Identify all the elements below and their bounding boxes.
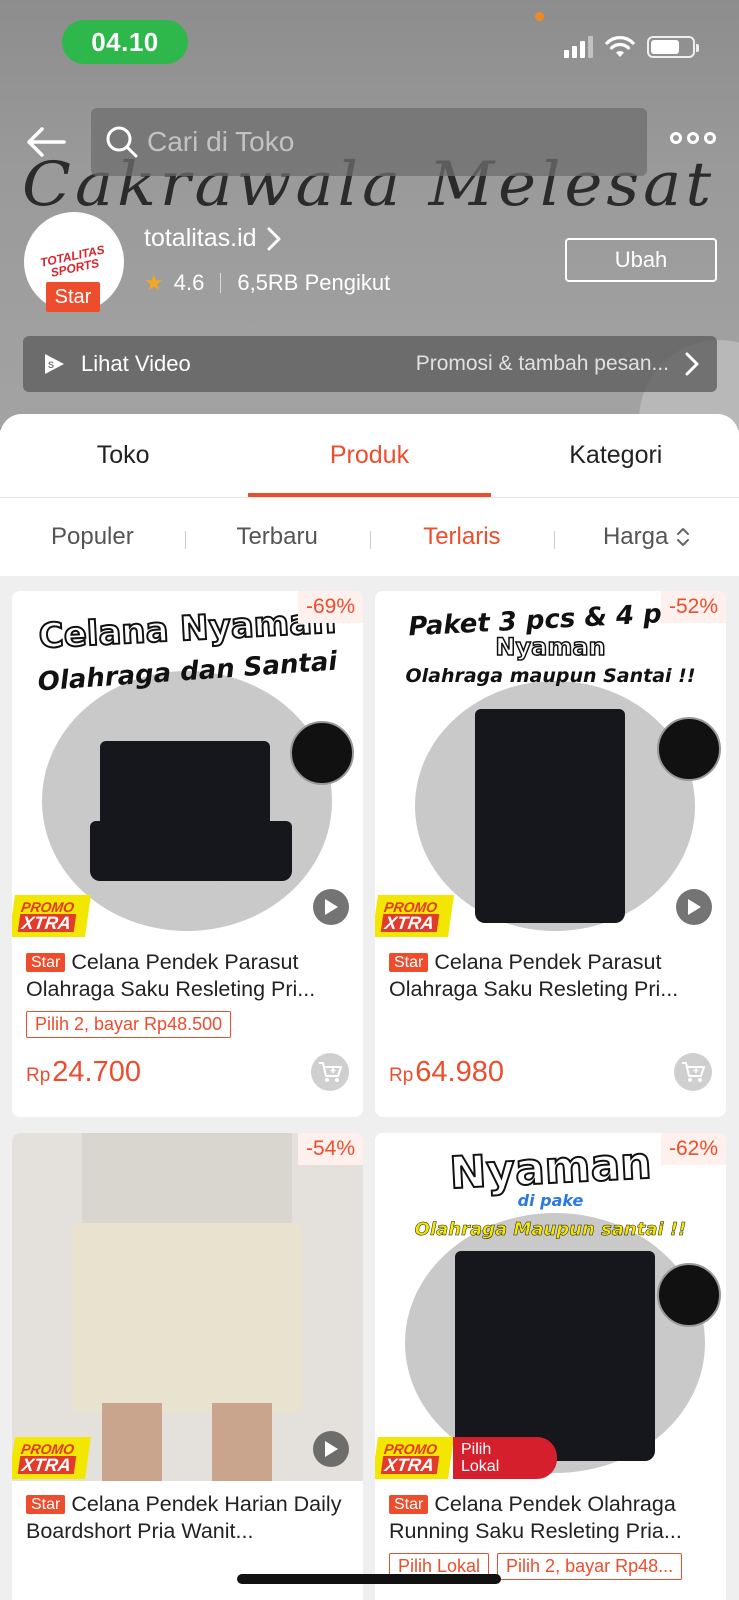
- shop-name-link[interactable]: totalitas.id: [144, 224, 281, 253]
- video-label: Lihat Video: [81, 351, 191, 376]
- tab-produk[interactable]: Produk: [246, 414, 492, 497]
- shop-followers: 6,5RB Pengikut: [237, 270, 391, 295]
- sort-bar: Populer Terbaru Terlaris Harga: [0, 498, 739, 576]
- product-image[interactable]: Paket 3 pcs & 4 pcs Nyaman Olahraga maup…: [375, 591, 726, 939]
- promo-xtra-badge: PROMO XTRA: [375, 1437, 454, 1479]
- product-image[interactable]: Nyaman di pake Olahraga Maupun santai !!…: [375, 1133, 726, 1481]
- play-icon[interactable]: [676, 889, 712, 925]
- product-price: Rp24.700: [26, 1055, 141, 1088]
- product-card[interactable]: Nyaman di pake Olahraga Maupun santai !!…: [375, 1133, 726, 1600]
- status-icons: [564, 36, 699, 58]
- product-image[interactable]: Celana Nyaman Olahraga dan Santai -69% P…: [12, 591, 363, 939]
- sort-populer[interactable]: Populer: [0, 523, 185, 551]
- chevron-right-icon: [267, 227, 281, 250]
- sort-terbaru[interactable]: Terbaru: [184, 523, 370, 551]
- chevron-right-icon: [685, 352, 699, 376]
- discount-badge: -54%: [297, 1133, 363, 1165]
- product-title: Star Celana Pendek Parasut Olahraga Saku …: [26, 950, 316, 1001]
- product-card[interactable]: Paket 3 pcs & 4 pcs Nyaman Olahraga maup…: [375, 591, 726, 1117]
- star-badge: Star: [26, 953, 66, 972]
- back-arrow-icon[interactable]: [22, 118, 70, 166]
- add-to-cart-icon[interactable]: [674, 1053, 712, 1091]
- sort-harga-label: Harga: [602, 523, 669, 550]
- status-time: 04.10: [62, 20, 188, 64]
- main-content: Toko Produk Kategori Populer Terbaru Ter…: [0, 414, 739, 1600]
- add-to-cart-icon[interactable]: [311, 1053, 349, 1091]
- image-tagline: Olahraga maupun Santai !!: [405, 665, 696, 687]
- product-price: Rp64.980: [389, 1055, 504, 1088]
- divider: [220, 273, 222, 293]
- play-icon[interactable]: [313, 1431, 349, 1467]
- star-badge: Star: [26, 1495, 66, 1514]
- pilih-lokal-badge: Pilih Lokal: [453, 1437, 557, 1479]
- battery-icon: [647, 36, 699, 58]
- image-subcaption: di pake: [517, 1191, 584, 1210]
- discount-badge: -69%: [297, 591, 363, 623]
- search-icon: [106, 126, 138, 158]
- shop-header: 04.10 Cakrawala Melesat TOTALITAS SPORTS…: [0, 0, 739, 430]
- promo-xtra-badge: PROMO XTRA: [12, 1437, 91, 1479]
- shop-stats: ★ 4.6 6,5RB Pengikut: [144, 270, 390, 296]
- bundle-tag: Pilih 2, bayar Rp48...: [497, 1553, 683, 1580]
- sort-terlaris[interactable]: Terlaris: [369, 523, 555, 551]
- play-icon[interactable]: [313, 889, 349, 925]
- search-input[interactable]: [147, 126, 627, 158]
- tab-toko[interactable]: Toko: [0, 414, 246, 497]
- promo-xtra-badge: PROMO XTRA: [375, 895, 454, 937]
- home-indicator[interactable]: [237, 1574, 501, 1584]
- signal-icon: [564, 36, 593, 58]
- edit-button[interactable]: Ubah: [565, 238, 717, 282]
- search-bar[interactable]: [91, 108, 647, 176]
- product-card[interactable]: -54% PROMO XTRA Star Celana Pendek Harian …: [12, 1133, 363, 1600]
- wifi-icon: [605, 36, 635, 57]
- product-title: Star Celana Pendek Harian Daily Boardshor…: [26, 1492, 342, 1543]
- more-options-icon[interactable]: [670, 132, 716, 144]
- recording-dot-icon: [535, 12, 544, 21]
- star-badge: Star: [389, 1495, 429, 1514]
- sort-arrows-icon: [677, 528, 690, 546]
- tab-kategori[interactable]: Kategori: [493, 414, 739, 497]
- promo-xtra-badge: PROMO XTRA: [12, 895, 91, 937]
- sort-harga[interactable]: Harga: [554, 523, 739, 551]
- discount-badge: -52%: [660, 591, 726, 623]
- product-title: Star Celana Pendek Parasut Olahraga Saku …: [389, 950, 679, 1001]
- tab-bar: Toko Produk Kategori: [0, 414, 739, 498]
- video-bar[interactable]: S Lihat Video Promosi & tambah pesan...: [23, 336, 717, 392]
- shop-name: totalitas.id: [144, 224, 257, 252]
- star-seller-badge: Star: [46, 282, 100, 312]
- product-title: Star Celana Pendek Olahraga Running Saku …: [389, 1492, 682, 1543]
- product-card[interactable]: Celana Nyaman Olahraga dan Santai -69% P…: [12, 591, 363, 1117]
- video-promo-text: Promosi & tambah pesan...: [415, 352, 669, 375]
- star-icon: ★: [144, 270, 164, 295]
- image-subcaption: Nyaman: [495, 632, 607, 662]
- shop-rating: 4.6: [173, 270, 205, 295]
- shop-video-icon: S: [45, 354, 64, 374]
- product-image[interactable]: -54% PROMO XTRA: [12, 1133, 363, 1481]
- star-badge: Star: [389, 953, 429, 972]
- image-tagline: Olahraga Maupun santai !!: [414, 1219, 687, 1241]
- svg-text:S: S: [48, 360, 54, 370]
- bundle-tag: Pilih 2, bayar Rp48.500: [26, 1011, 232, 1038]
- discount-badge: -62%: [660, 1133, 726, 1165]
